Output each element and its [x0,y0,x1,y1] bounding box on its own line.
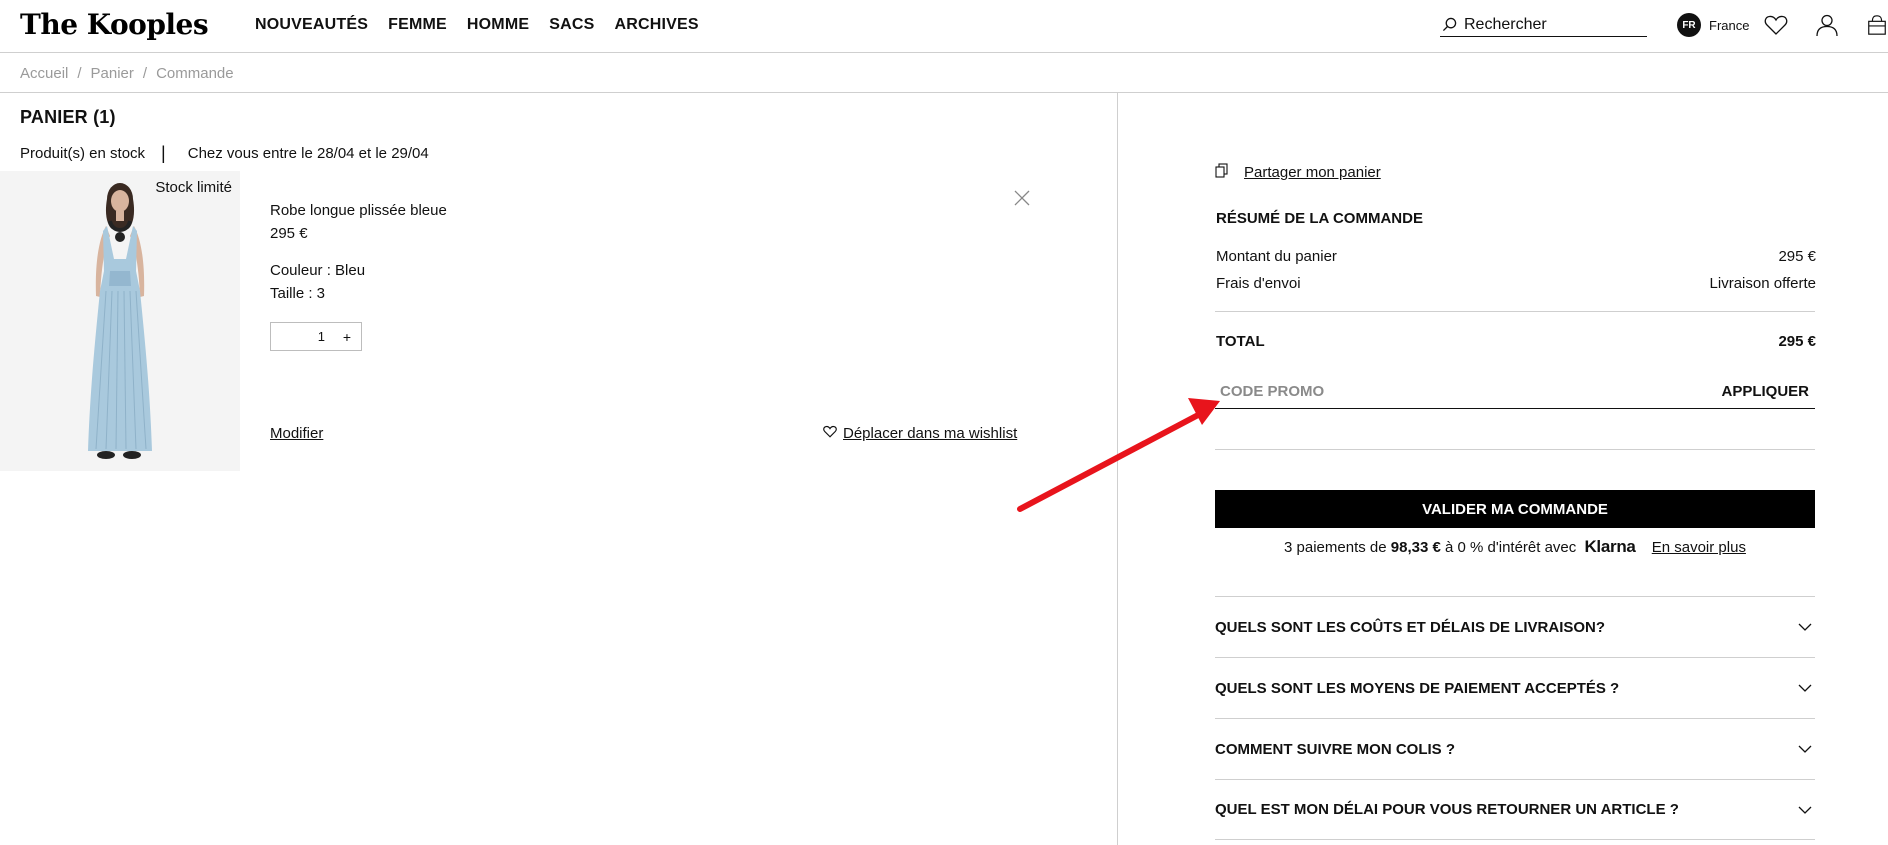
klarna-installments: 3 paiements de 98,33 € à 0 % d'intérêt a… [1215,537,1815,557]
move-to-wishlist-link[interactable]: Déplacer dans ma wishlist [823,425,1017,442]
stock-status: Produit(s) en stock [20,145,146,162]
shipping-row: Frais d'envoi Livraison offerte [1216,275,1816,292]
product-price: 295 € [270,225,308,242]
breadcrumb-separator: / [77,65,82,82]
stock-delivery-line: Produit(s) en stock | Chez vous entre le… [20,143,429,164]
apply-promo-button[interactable]: APPLIQUER [1721,383,1809,400]
faq-question: QUELS SONT LES COÛTS ET DÉLAIS DE LIVRAI… [1215,618,1606,636]
product-image[interactable]: Stock limité [0,171,240,471]
faq-item-returns[interactable]: QUEL EST MON DÉLAI POUR VOUS RETOURNER U… [1215,779,1815,840]
klarna-middle: à 0 % d'intérêt avec [1445,539,1577,556]
breadcrumb-divider [0,92,1888,93]
summary-divider [1215,449,1815,450]
breadcrumb-separator: / [142,65,148,82]
cart-title: PANIER (1) [20,107,116,127]
user-icon[interactable] [1814,12,1840,38]
close-icon[interactable] [1012,188,1032,208]
stock-separator: | [161,143,166,163]
breadcrumb-item-accueil[interactable]: Accueil [20,65,68,82]
chevron-down-icon [1798,806,1812,814]
heart-icon [823,425,837,442]
heart-icon[interactable] [1763,12,1789,38]
nav-item-homme[interactable]: HOMME [467,16,529,34]
cart-amount-value: 295 € [1778,248,1816,265]
share-cart-label: Partager mon panier [1244,164,1381,181]
site-header: The Kooples NOUVEAUTÉS FEMME HOMME SACS … [0,0,1888,53]
order-summary-title: RÉSUMÉ DE LA COMMANDE [1216,210,1423,227]
faq-item-shipping[interactable]: QUELS SONT LES COÛTS ET DÉLAIS DE LIVRAI… [1215,596,1815,657]
klarna-learn-more-link[interactable]: En savoir plus [1652,539,1746,556]
chevron-down-icon [1798,745,1812,753]
klarna-prefix: 3 paiements de [1284,539,1387,556]
product-name[interactable]: Robe longue plissée bleue [270,202,447,219]
quantity-increase-button[interactable]: + [333,329,361,345]
search-bar [1440,13,1647,37]
faq-item-tracking[interactable]: COMMENT SUIVRE MON COLIS ? [1215,718,1815,779]
modify-item-link[interactable]: Modifier [270,425,323,442]
faq-question: COMMENT SUIVRE MON COLIS ? [1215,740,1455,758]
main-nav: NOUVEAUTÉS FEMME HOMME SACS ARCHIVES [255,16,719,34]
klarna-logo: Klarna [1584,537,1636,556]
dress-illustration [0,171,240,471]
validate-order-button[interactable]: VALIDER MA COMMANDE [1215,490,1815,528]
nav-item-femme[interactable]: FEMME [388,16,447,34]
total-label: TOTAL [1216,333,1265,350]
search-icon[interactable] [1440,16,1458,34]
product-size: Taille : 3 [270,285,326,302]
country-label: France [1709,17,1750,33]
nav-item-sacs[interactable]: SACS [549,16,594,34]
cart-amount-label: Montant du panier [1216,248,1337,265]
klarna-amount: 98,33 € [1390,539,1441,556]
promo-code-input[interactable] [1215,382,1615,400]
product-color: Couleur : Bleu [270,262,366,279]
limited-stock-badge: Stock limité [155,179,232,196]
faq-question: QUELS SONT LES MOYENS DE PAIEMENT ACCEPT… [1215,679,1620,697]
copy-icon [1215,163,1228,182]
nav-item-archives[interactable]: ARCHIVES [615,16,699,34]
brand-logo[interactable]: The Kooples [20,8,209,41]
search-input[interactable] [1458,15,1638,34]
breadcrumb: Accueil / Panier / Commande [20,65,234,82]
summary-divider [1215,311,1815,312]
country-selector[interactable]: FR France [1677,13,1749,37]
country-code-badge: FR [1677,13,1701,37]
delivery-estimate: Chez vous entre le 28/04 et le 29/04 [187,145,429,162]
share-cart-link[interactable]: Partager mon panier [1215,163,1381,182]
faq-question: QUEL EST MON DÉLAI POUR VOUS RETOURNER U… [1215,801,1679,818]
chevron-down-icon [1798,623,1812,631]
breadcrumb-item-panier[interactable]: Panier [91,65,134,82]
wishlist-label: Déplacer dans ma wishlist [843,425,1018,442]
chevron-down-icon [1798,684,1812,692]
promo-code-field: APPLIQUER [1215,374,1815,409]
breadcrumb-item-commande: Commande [156,65,234,82]
total-value: 295 € [1778,333,1816,350]
shipping-value: Livraison offerte [1709,275,1816,292]
total-row: TOTAL 295 € [1216,333,1816,350]
bag-icon[interactable] [1866,12,1888,38]
quantity-stepper: 1 + [270,322,362,351]
quantity-value[interactable]: 1 [271,329,333,344]
nav-item-nouveautes[interactable]: NOUVEAUTÉS [255,16,368,34]
cart-amount-row: Montant du panier 295 € [1216,248,1816,265]
faq-item-payment[interactable]: QUELS SONT LES MOYENS DE PAIEMENT ACCEPT… [1215,657,1815,718]
column-divider [1117,93,1118,845]
shipping-label: Frais d'envoi [1216,275,1301,292]
